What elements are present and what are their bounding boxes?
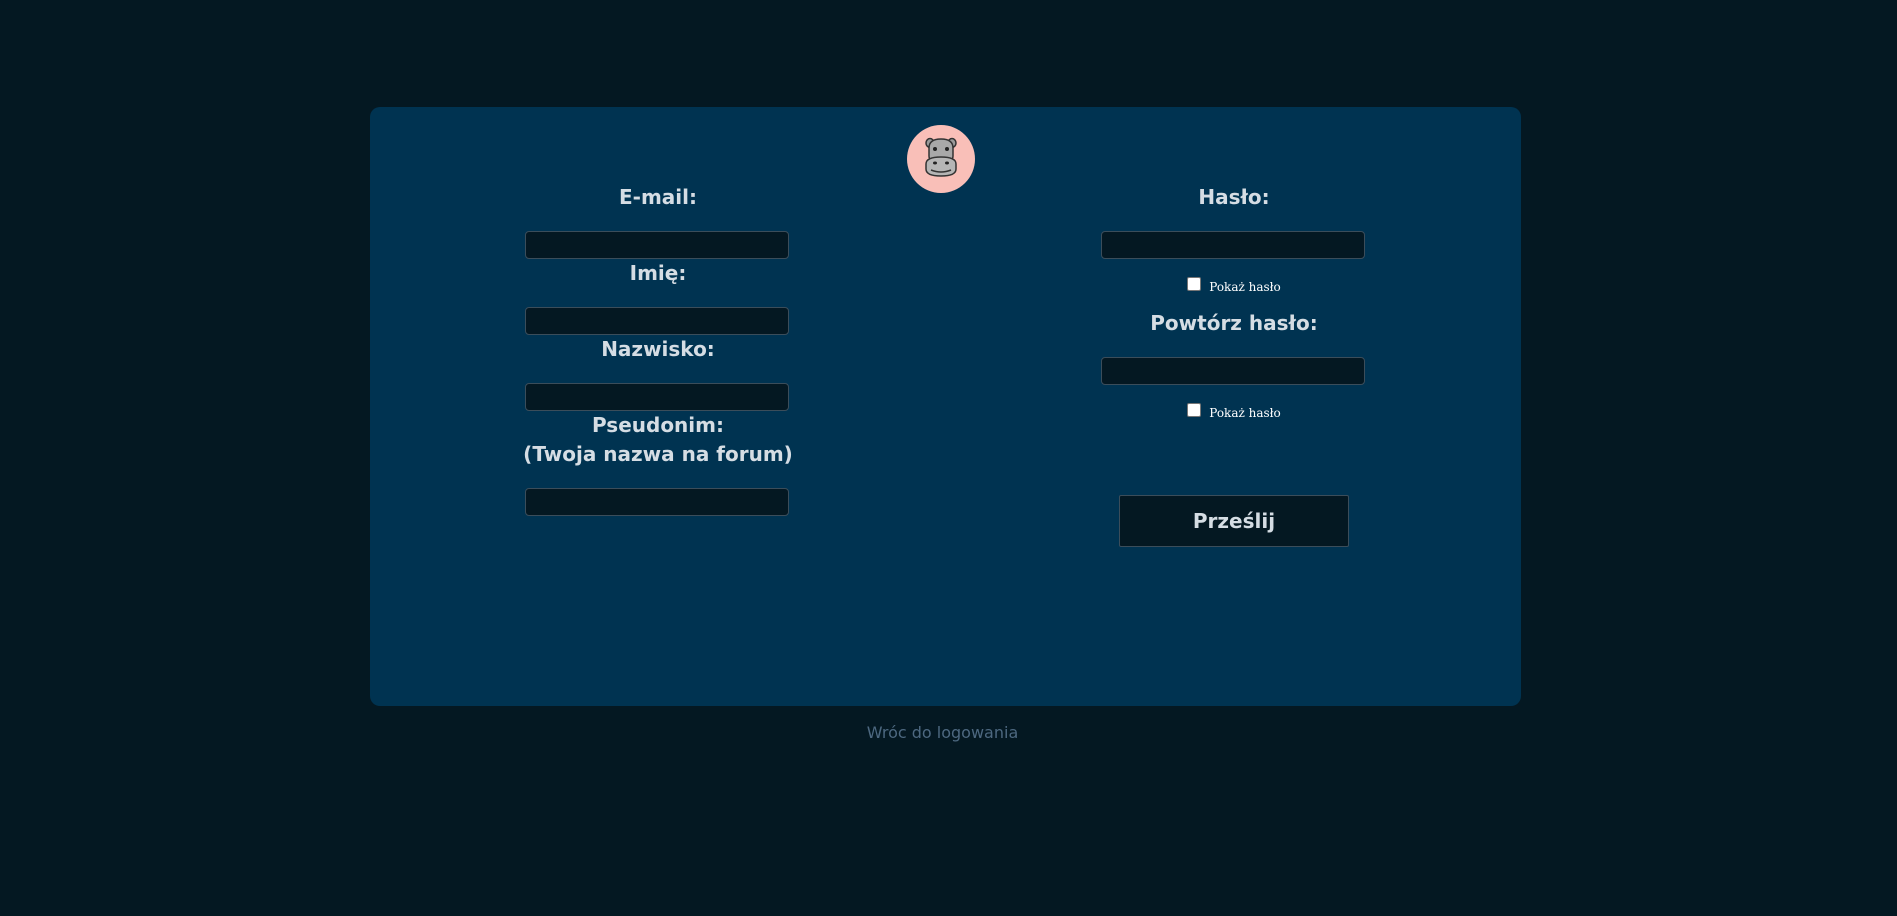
- last-name-field[interactable]: [525, 383, 789, 411]
- show-password-label: Pokaż hasło: [1209, 280, 1281, 294]
- hippo-icon: [918, 134, 964, 184]
- email-label: E-mail:: [618, 185, 697, 209]
- first-name-label: Imię:: [629, 261, 687, 285]
- show-password-checkbox[interactable]: [1187, 277, 1202, 291]
- back-to-login-link[interactable]: Wróc do logowania: [0, 723, 1885, 742]
- show-password-toggle[interactable]: Pokaż hasło: [1099, 277, 1369, 297]
- email-field[interactable]: [525, 231, 789, 259]
- password-field[interactable]: [1101, 231, 1365, 259]
- submit-button[interactable]: Prześlij: [1119, 495, 1349, 547]
- show-repeat-password-checkbox[interactable]: [1187, 403, 1202, 417]
- first-name-field[interactable]: [525, 307, 789, 335]
- register-card: E-mail: Imię: Nazwisko: Pseudonim: (Twoj…: [370, 107, 1521, 706]
- nickname-hint: (Twoja nazwa na forum): [523, 442, 793, 466]
- repeat-password-label: Powtórz hasło:: [1150, 311, 1318, 335]
- show-repeat-password-label: Pokaż hasło: [1209, 406, 1281, 420]
- show-repeat-password-toggle[interactable]: Pokaż hasło: [1099, 403, 1369, 423]
- nickname-label: Pseudonim:: [591, 413, 724, 437]
- last-name-label: Nazwisko:: [601, 337, 715, 361]
- nickname-field[interactable]: [525, 488, 789, 516]
- password-label: Hasło:: [1198, 185, 1270, 209]
- repeat-password-field[interactable]: [1101, 357, 1365, 385]
- logo: [907, 125, 975, 193]
